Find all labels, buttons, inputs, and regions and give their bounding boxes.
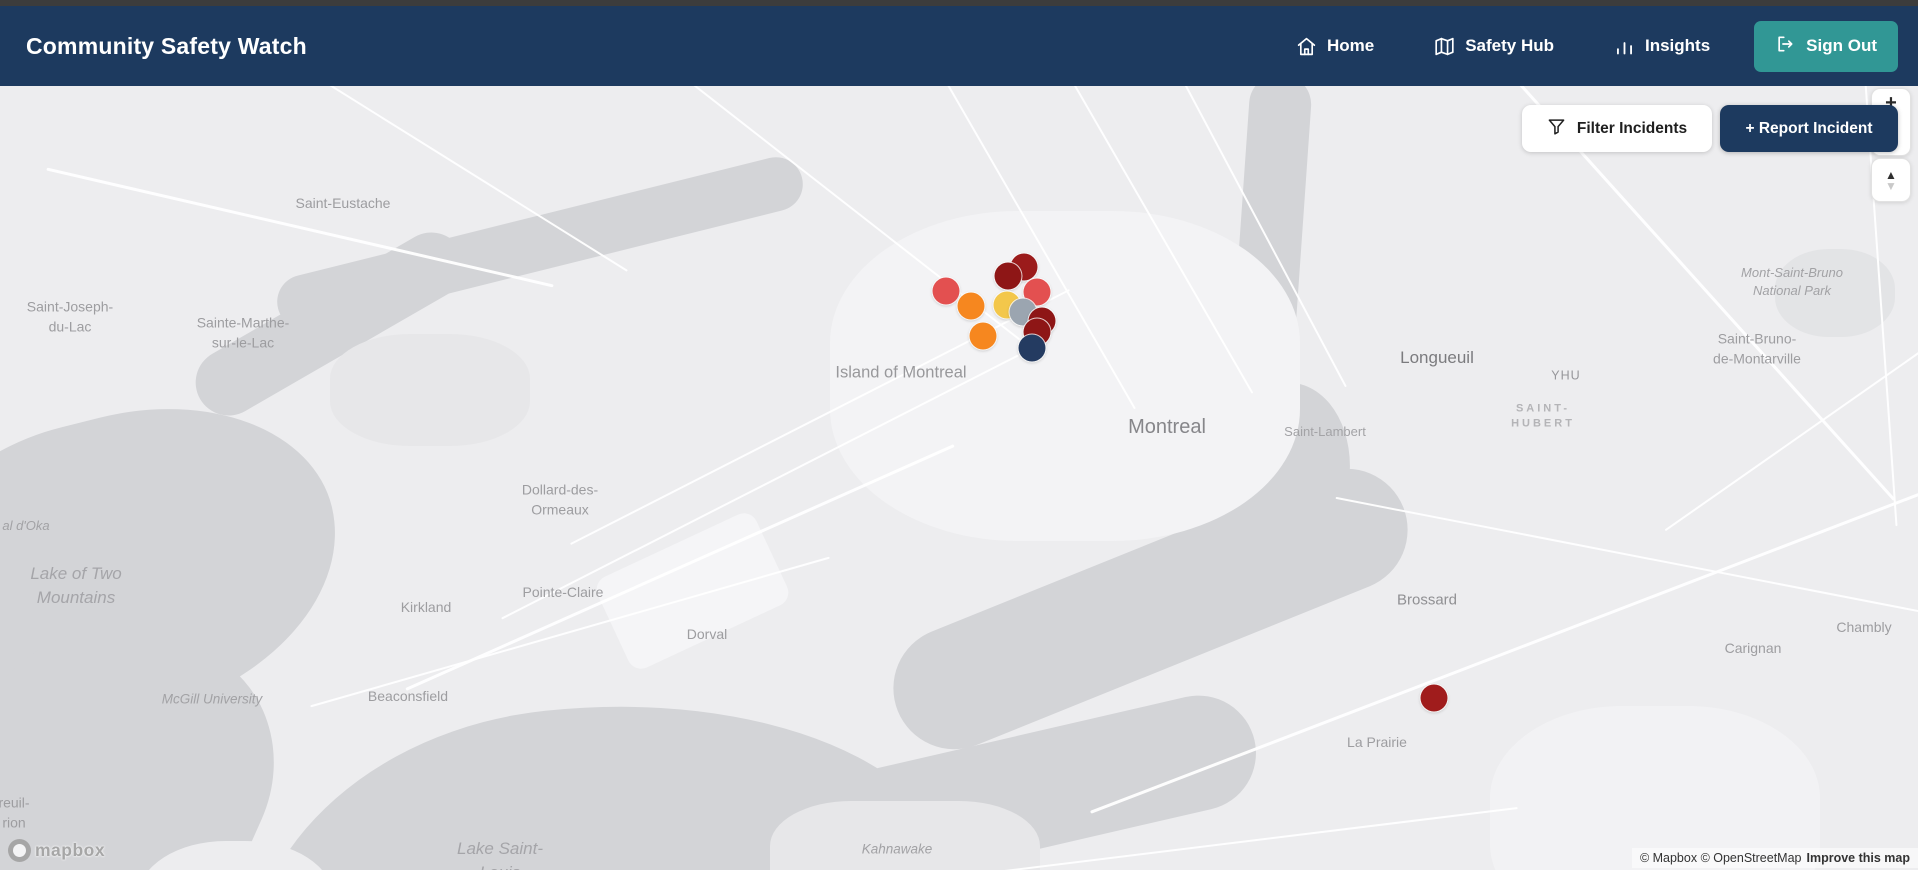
home-icon [1296,36,1317,57]
pitch-control[interactable]: ▲ ▼ [1871,158,1911,202]
land-patch [330,334,530,446]
incident-marker[interactable] [1018,334,1046,362]
mapbox-logo-icon [8,839,31,862]
incident-marker[interactable] [969,322,997,350]
map-label-carignan: Carignan [1724,640,1782,657]
land-patch [1490,706,1820,870]
window-top-strip [0,0,1918,6]
incident-marker[interactable] [932,277,960,305]
map-label-vaudreuil-dorion: reuil-rion [0,794,30,830]
map-label-mont-saint-bruno-park: Mont-Saint-Bruno National Park [1741,264,1843,298]
report-incident-button[interactable]: + Report Incident [1720,105,1898,152]
mapbox-logo[interactable]: mapbox [8,839,105,862]
filter-incidents-button[interactable]: Filter Incidents [1522,105,1712,152]
map-label-yhu: YHU [1551,368,1581,383]
map-label-dorval: Dorval [686,626,728,643]
map-label-saint-hubert: SAINT- HUBERT [1511,402,1575,430]
attribution-links[interactable]: © Mapbox © OpenStreetMap [1640,851,1802,865]
report-incident-label: + Report Incident [1745,119,1873,137]
bar-chart-icon [1614,36,1635,57]
map-road [46,167,554,288]
map-label-kirkland: Kirkland [400,599,452,616]
app-header: Community Safety Watch Home Safety Hub I… [0,6,1918,86]
map-label-saint-eustache: Saint-Eustache [295,195,391,212]
map-label-sainte-marthe-sur-le-lac: Sainte-Marthe-sur-le-Lac [196,314,290,350]
app-title: Community Safety Watch [26,32,307,59]
incident-marker[interactable] [1420,684,1448,712]
map-label-island-of-montreal: Island of Montreal [835,363,967,382]
map-label-saint-bruno-de-montarville: Saint-Bruno-de-Montarville [1713,330,1801,366]
pitch-down-icon: ▼ [1885,178,1897,193]
incident-marker[interactable] [994,262,1022,290]
sign-out-button[interactable]: Sign Out [1754,20,1898,72]
map-label-saint-joseph-du-lac: Saint-Joseph-du-Lac [26,298,114,334]
map-label-la-prairie: La Prairie [1347,734,1407,751]
nav-safety-hub-label: Safety Hub [1465,36,1554,55]
mapbox-logo-word: mapbox [35,840,106,860]
nav-safety-hub[interactable]: Safety Hub [1434,36,1554,57]
filter-incidents-label: Filter Incidents [1576,119,1688,137]
map-label-montreal: Montreal [1128,416,1206,438]
map-label-brossard: Brossard [1396,591,1458,609]
main-nav: Home Safety Hub Insights [1296,36,1710,57]
map-label-longueuil: Longueuil [1400,348,1474,368]
map-label-kahnawake: Kahnawake [861,841,933,857]
sign-out-label: Sign Out [1806,36,1877,55]
map-label-pointe-claire: Pointe-Claire [522,584,604,601]
nav-home-label: Home [1326,36,1375,55]
map-label-mcgill-university: McGill University [161,691,263,707]
funnel-icon [1547,117,1566,141]
map-label-chambly: Chambly [1836,619,1892,636]
map-icon [1434,36,1455,57]
map-label-saint-lambert: Saint-Lambert [1284,423,1366,439]
improve-this-map-link[interactable]: Improve this map [1807,851,1911,865]
map-canvas[interactable]: Saint-Eustache Saint-Joseph-du-Lac Sainte-… [0,86,1918,870]
nav-insights-label: Insights [1645,36,1711,55]
map-attribution: © Mapbox © OpenStreetMap Improve this map [1631,848,1918,868]
logout-icon [1775,34,1795,59]
map-label-beaconsfield: Beaconsfield [367,688,449,705]
incident-marker[interactable] [957,292,985,320]
map-label-oka-park: al d'Oka [2,517,50,533]
map-label-lake-of-two-mountains: Lake of Two Mountains [30,564,122,607]
map-label-dollard-des-ormeaux: Dollard-des- Ormeaux [521,481,599,517]
map-label-lake-saint-louis: Lake Saint-Louis [457,839,543,870]
nav-insights[interactable]: Insights [1614,36,1710,57]
map-road [310,556,830,708]
nav-home[interactable]: Home [1296,36,1374,57]
land-patch [770,801,1040,870]
